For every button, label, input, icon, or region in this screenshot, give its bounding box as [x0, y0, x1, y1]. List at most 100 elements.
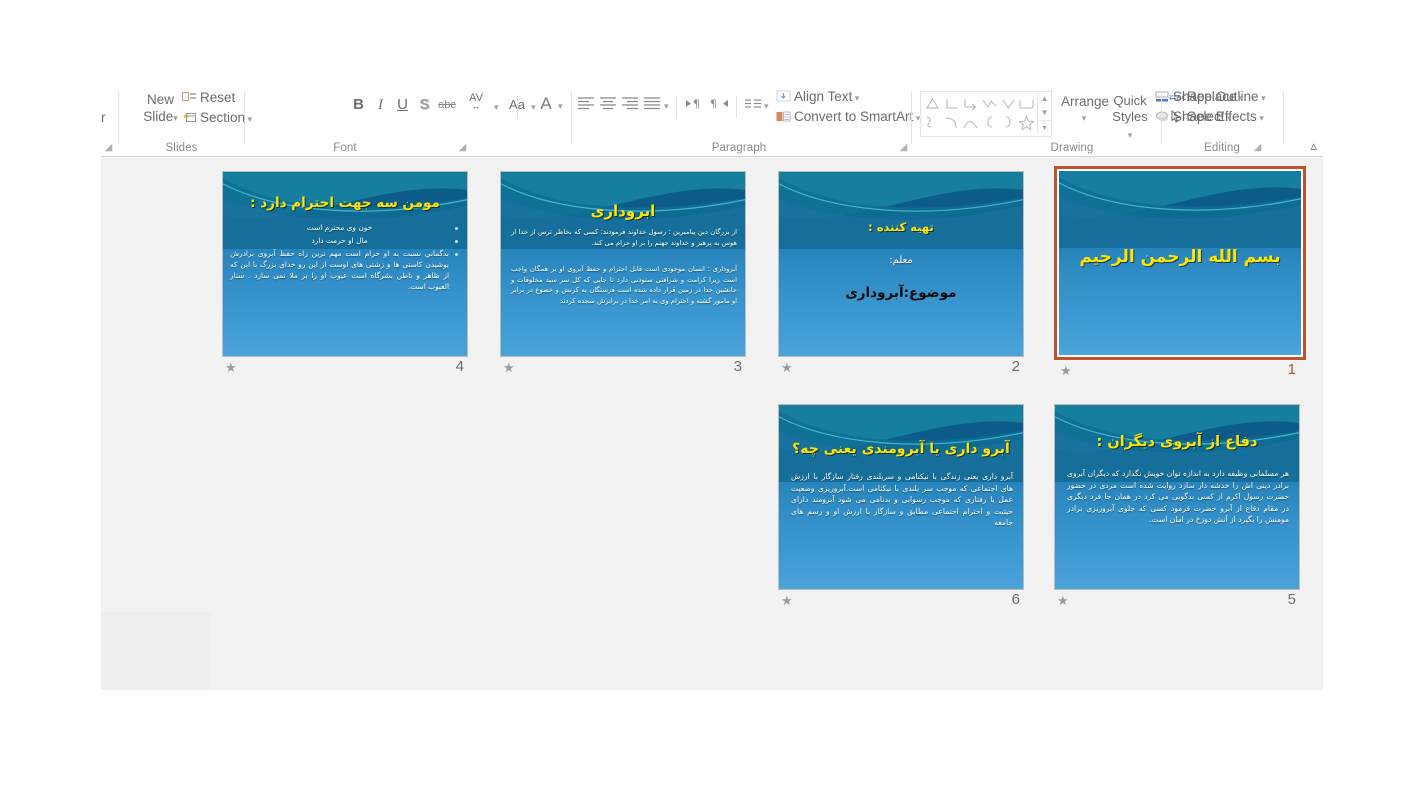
scroll-up-icon[interactable]: ▲: [1038, 92, 1051, 106]
select-label: Select: [1187, 109, 1225, 124]
slide-title: مومن سه جهت احترام دارد :: [250, 195, 440, 211]
chevron-down-icon[interactable]: ▾: [1237, 93, 1244, 103]
align-center-button[interactable]: [599, 96, 619, 118]
chevron-down-icon[interactable]: ▾: [852, 93, 860, 103]
slide-number: 2: [1011, 358, 1020, 375]
chevron-down-icon[interactable]: ▾: [1225, 113, 1232, 123]
align-left-button[interactable]: [577, 96, 597, 118]
slide-canvas: بسم الله الرحمن الرحیم: [1059, 171, 1301, 355]
character-spacing-button[interactable]: AV ↔: [459, 93, 493, 116]
section-button[interactable]: Section ▾: [182, 110, 252, 127]
slide-paragraph-1: آبرو داری یعنی زندگی با نيكنامی و سربلند…: [791, 472, 1013, 527]
animation-star-icon[interactable]: ★: [781, 360, 793, 376]
arrange-button[interactable]: Arrange ▾: [1061, 93, 1110, 127]
text-shadow-button[interactable]: S: [415, 94, 434, 116]
justify-button[interactable]: [643, 96, 663, 118]
workspace-secondary-panel: [101, 612, 211, 690]
chevron-down-icon[interactable]: ▾: [664, 101, 669, 112]
italic-button[interactable]: I: [371, 94, 390, 116]
underline-button[interactable]: U: [393, 94, 412, 116]
shape-freeform-icon[interactable]: [923, 113, 942, 132]
shape-corner-icon[interactable]: [942, 94, 961, 113]
slide-caption: ★ 4: [222, 357, 468, 383]
font-dialog-launcher[interactable]: ◢: [457, 142, 468, 153]
shape-curve-icon[interactable]: [961, 113, 980, 132]
quick-styles-button[interactable]: Quick Styles ▾: [1109, 93, 1151, 143]
slide-number: 6: [1011, 591, 1020, 608]
scroll-down-icon[interactable]: ▼: [1038, 106, 1051, 120]
shapes-gallery[interactable]: ▲ ▼ ▾: [920, 91, 1052, 137]
shapes-gallery-scrollbar[interactable]: ▲ ▼ ▾: [1037, 92, 1051, 134]
slide-canvas: ابروداری از بزرگان دين پيامبرين : رسول خ…: [501, 172, 745, 356]
shape-triangle-icon[interactable]: [923, 94, 942, 113]
ribbon: r ◢ New Slide▾ Reset Section ▾ Slides B …: [101, 88, 1323, 157]
chevron-down-icon[interactable]: ▾: [558, 101, 563, 112]
slide-thumbnail-3[interactable]: ابروداری از بزرگان دين پيامبرين : رسول خ…: [500, 171, 746, 383]
rtl-text-direction-button[interactable]: ¶: [710, 97, 730, 119]
animation-star-icon[interactable]: ★: [225, 360, 237, 376]
slide-sorter-pane[interactable]: مومن سه جهت احترام دارد : خون وی محترم ا…: [101, 157, 1323, 690]
shape-arc-icon[interactable]: [942, 113, 961, 132]
slide-thumbnail-2[interactable]: تهیه کننده : معلم: موضوع:آبروداری ★ 2: [778, 171, 1024, 383]
replace-button[interactable]: ⇄ ac Replace ▾: [1169, 89, 1244, 106]
shape-zigzag-icon[interactable]: [980, 94, 999, 113]
group-separator: [1283, 92, 1284, 144]
slide-frame[interactable]: آبرو داری یا آبرومندی یعنی چه؟ آبرو داری…: [778, 404, 1024, 590]
paragraph-dialog-launcher[interactable]: ◢: [898, 142, 909, 153]
shape-elbow-arrow-icon[interactable]: [961, 94, 980, 113]
slide-frame[interactable]: مومن سه جهت احترام دارد : خون وی محترم ا…: [222, 171, 468, 357]
svg-text:¶: ¶: [693, 98, 700, 111]
shape-star-icon[interactable]: [1017, 113, 1036, 132]
animation-star-icon[interactable]: ★: [1060, 363, 1072, 379]
shape-chevron-down-icon[interactable]: [999, 94, 1018, 113]
slide-number: 1: [1287, 361, 1296, 378]
clipboard-dialog-launcher[interactable]: ◢: [103, 142, 114, 153]
underline-label: U: [397, 96, 408, 113]
slide-title: بسم الله الرحمن الرحیم: [1079, 247, 1281, 267]
strikethrough-button[interactable]: abc: [435, 94, 459, 116]
shape-right-brace-icon[interactable]: [999, 113, 1018, 132]
shape-rounded-rect-icon[interactable]: [1017, 94, 1036, 113]
chevron-down-icon[interactable]: ▾: [1061, 110, 1107, 127]
convert-to-smartart-label: Convert to SmartArt: [794, 109, 914, 124]
convert-to-smartart-button[interactable]: Convert to SmartArt ▾: [776, 109, 920, 126]
columns-button[interactable]: [744, 97, 764, 119]
align-right-button[interactable]: [621, 96, 641, 118]
reset-button[interactable]: Reset: [182, 90, 235, 106]
bold-button[interactable]: B: [349, 94, 368, 116]
chevron-down-icon[interactable]: ▾: [494, 102, 499, 113]
font-color-button[interactable]: A: [535, 93, 557, 115]
ribbon-group-drawing: ▲ ▼ ▾ Arrange ▾ Quick Styles ▾ Shape Out…: [912, 88, 1266, 156]
slide-thumbnail-4[interactable]: مومن سه جهت احترام دارد : خون وی محترم ا…: [222, 171, 468, 383]
slide-frame[interactable]: دفاع از آبروی دیگران : هر مسلمانی وظيفه …: [1054, 404, 1300, 590]
list-item: مال او حرمت دارد: [230, 235, 458, 246]
group-label-drawing: Drawing: [1050, 142, 1094, 154]
new-slide-label-line1: New: [146, 92, 174, 107]
slide-thumbnail-1[interactable]: بسم الله الرحمن الرحیم ★ 1: [1054, 166, 1306, 386]
select-button[interactable]: Select ▾: [1169, 109, 1232, 126]
theme-wave-decoration: [1059, 171, 1301, 249]
collapse-ribbon-icon[interactable]: ▵: [1310, 138, 1317, 154]
arrange-label: Arrange: [1061, 94, 1110, 109]
slide-frame[interactable]: ابروداری از بزرگان دين پيامبرين : رسول خ…: [500, 171, 746, 357]
theme-wave-decoration: [779, 172, 1023, 250]
new-slide-button[interactable]: New Slide▾: [137, 91, 184, 127]
slide-frame-selected[interactable]: بسم الله الرحمن الرحیم: [1054, 166, 1306, 360]
slide-thumbnail-5[interactable]: دفاع از آبروی دیگران : هر مسلمانی وظيفه …: [1054, 404, 1300, 616]
slide-caption: ★ 5: [1054, 590, 1300, 616]
ltr-text-direction-button[interactable]: ¶: [684, 97, 704, 119]
slide-title: دفاع از آبروی دیگران :: [1096, 434, 1258, 450]
shape-left-brace-icon[interactable]: [980, 113, 999, 132]
paragraph-inner-separator-1: [676, 96, 677, 118]
animation-star-icon[interactable]: ★: [503, 360, 515, 376]
gallery-more-icon[interactable]: ▾: [1038, 120, 1051, 135]
animation-star-icon[interactable]: ★: [781, 593, 793, 609]
animation-star-icon[interactable]: ★: [1057, 593, 1069, 609]
chevron-down-icon[interactable]: ▾: [1128, 130, 1133, 140]
slide-thumbnail-6[interactable]: آبرو داری یا آبرومندی یعنی چه؟ آبرو داری…: [778, 404, 1024, 616]
chevron-down-icon[interactable]: ▾: [173, 113, 178, 123]
slide-frame[interactable]: تهیه کننده : معلم: موضوع:آبروداری: [778, 171, 1024, 357]
align-text-button[interactable]: Align Text ▾: [776, 89, 859, 106]
slide-caption: ★ 1: [1054, 360, 1306, 386]
chevron-down-icon[interactable]: ▾: [764, 101, 769, 112]
